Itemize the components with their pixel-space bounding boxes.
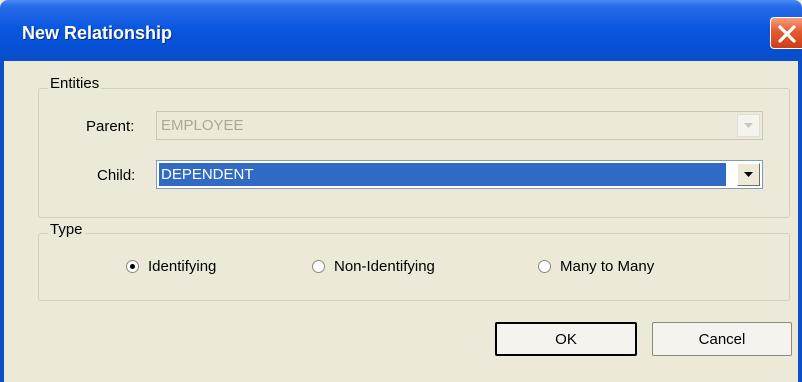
child-value: DEPENDENT bbox=[161, 166, 254, 183]
radio-identifying[interactable]: Identifying bbox=[126, 258, 216, 275]
radio-many-to-many[interactable]: Many to Many bbox=[538, 258, 654, 275]
entities-group-label: Entities bbox=[48, 75, 102, 92]
parent-combobox: EMPLOYEE bbox=[156, 111, 763, 140]
parent-value: EMPLOYEE bbox=[161, 117, 244, 134]
radio-non-identifying[interactable]: Non-Identifying bbox=[312, 258, 435, 275]
radio-identifying-label: Identifying bbox=[148, 258, 217, 275]
window-title: New Relationship bbox=[22, 23, 173, 43]
child-combobox[interactable]: DEPENDENT bbox=[156, 160, 763, 189]
new-relationship-dialog: New Relationship Entities Parent: EMPLOY… bbox=[0, 0, 802, 382]
radio-many-to-many-label: Many to Many bbox=[560, 258, 655, 275]
radio-identifying-indicator[interactable] bbox=[126, 260, 139, 273]
parent-label: Parent: bbox=[86, 118, 135, 135]
chevron-down-icon bbox=[744, 172, 753, 177]
close-icon bbox=[778, 25, 796, 43]
radio-non-identifying-indicator[interactable] bbox=[312, 260, 325, 273]
type-group-label: Type bbox=[48, 221, 85, 238]
title-bar[interactable]: New Relationship bbox=[0, 0, 802, 61]
radio-non-identifying-label: Non-Identifying bbox=[334, 258, 435, 275]
window-frame-right bbox=[798, 61, 802, 382]
close-button[interactable] bbox=[770, 17, 802, 49]
entities-groupbox bbox=[38, 88, 790, 218]
window-frame-left bbox=[0, 61, 4, 382]
ok-button[interactable]: OK bbox=[495, 322, 637, 356]
cancel-button[interactable]: Cancel bbox=[652, 322, 792, 356]
radio-many-to-many-indicator[interactable] bbox=[538, 260, 551, 273]
child-dropdown-button[interactable] bbox=[737, 163, 760, 186]
chevron-down-icon bbox=[744, 123, 753, 128]
parent-dropdown-button bbox=[737, 114, 760, 137]
child-label: Child: bbox=[97, 167, 136, 184]
